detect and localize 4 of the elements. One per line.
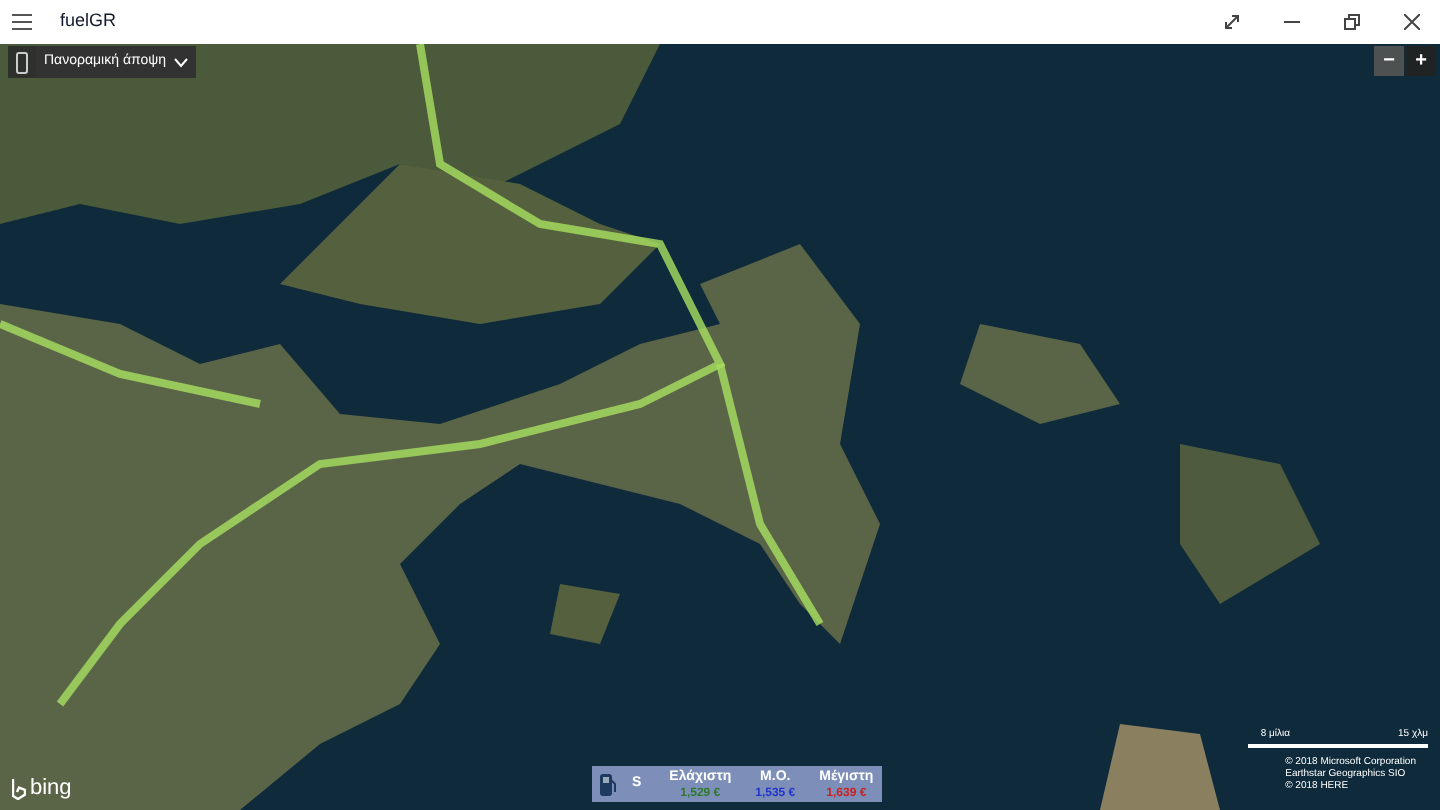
zoom-out-button[interactable]: − — [1374, 46, 1404, 76]
bing-logo: bing — [30, 774, 72, 804]
window-title: fuelGR — [60, 8, 117, 35]
zoom-in-button[interactable]: + — [1406, 46, 1436, 76]
